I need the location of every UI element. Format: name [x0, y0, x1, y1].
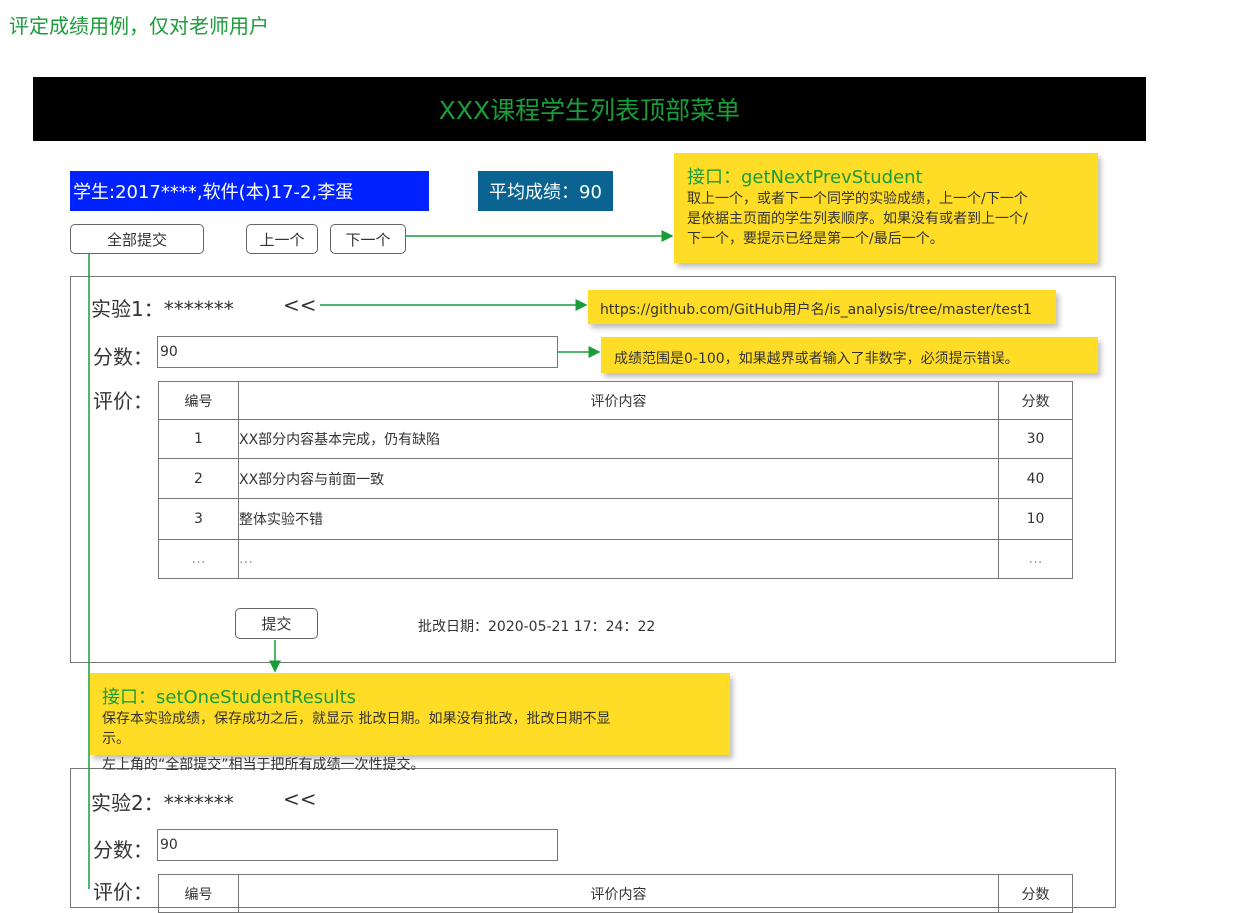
- connector-lines: [88, 230, 674, 889]
